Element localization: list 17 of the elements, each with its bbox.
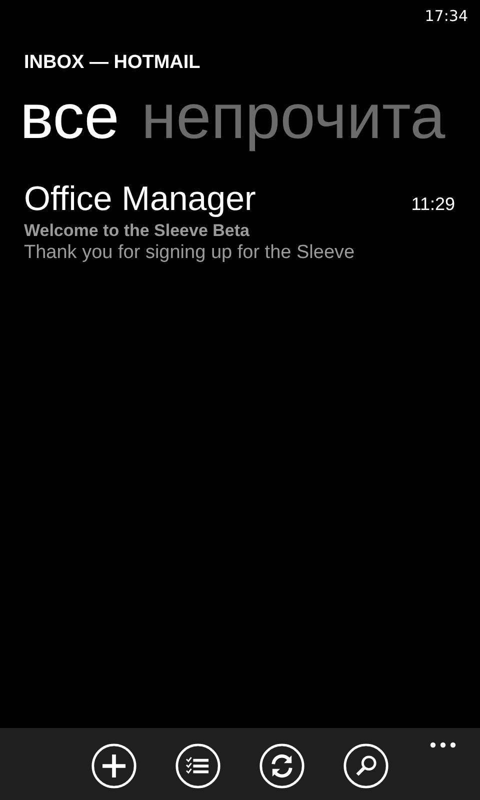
pivot-header[interactable]: все xyxy=(20,84,120,150)
pivot-header[interactable]: непрочита xyxy=(141,84,446,150)
message-subject: Welcome to the Sleeve Beta xyxy=(24,221,250,242)
search-icon xyxy=(343,742,389,788)
message-sender[interactable]: Office Manager xyxy=(24,180,256,220)
app-title: INBOX — HOTMAIL xyxy=(24,52,202,74)
message-time: 11:29 xyxy=(411,194,455,216)
new-button[interactable] xyxy=(90,742,138,789)
sync-icon xyxy=(259,742,305,788)
checklist-icon xyxy=(175,742,221,788)
search-button[interactable] xyxy=(342,742,390,789)
plus-icon xyxy=(91,742,137,788)
more-icon[interactable] xyxy=(430,742,456,748)
status-time: 17:34 xyxy=(424,7,468,25)
select-button[interactable] xyxy=(174,742,222,789)
sync-button[interactable] xyxy=(258,742,306,789)
message-preview: Thank you for signing up for the Sleeve xyxy=(24,242,356,264)
